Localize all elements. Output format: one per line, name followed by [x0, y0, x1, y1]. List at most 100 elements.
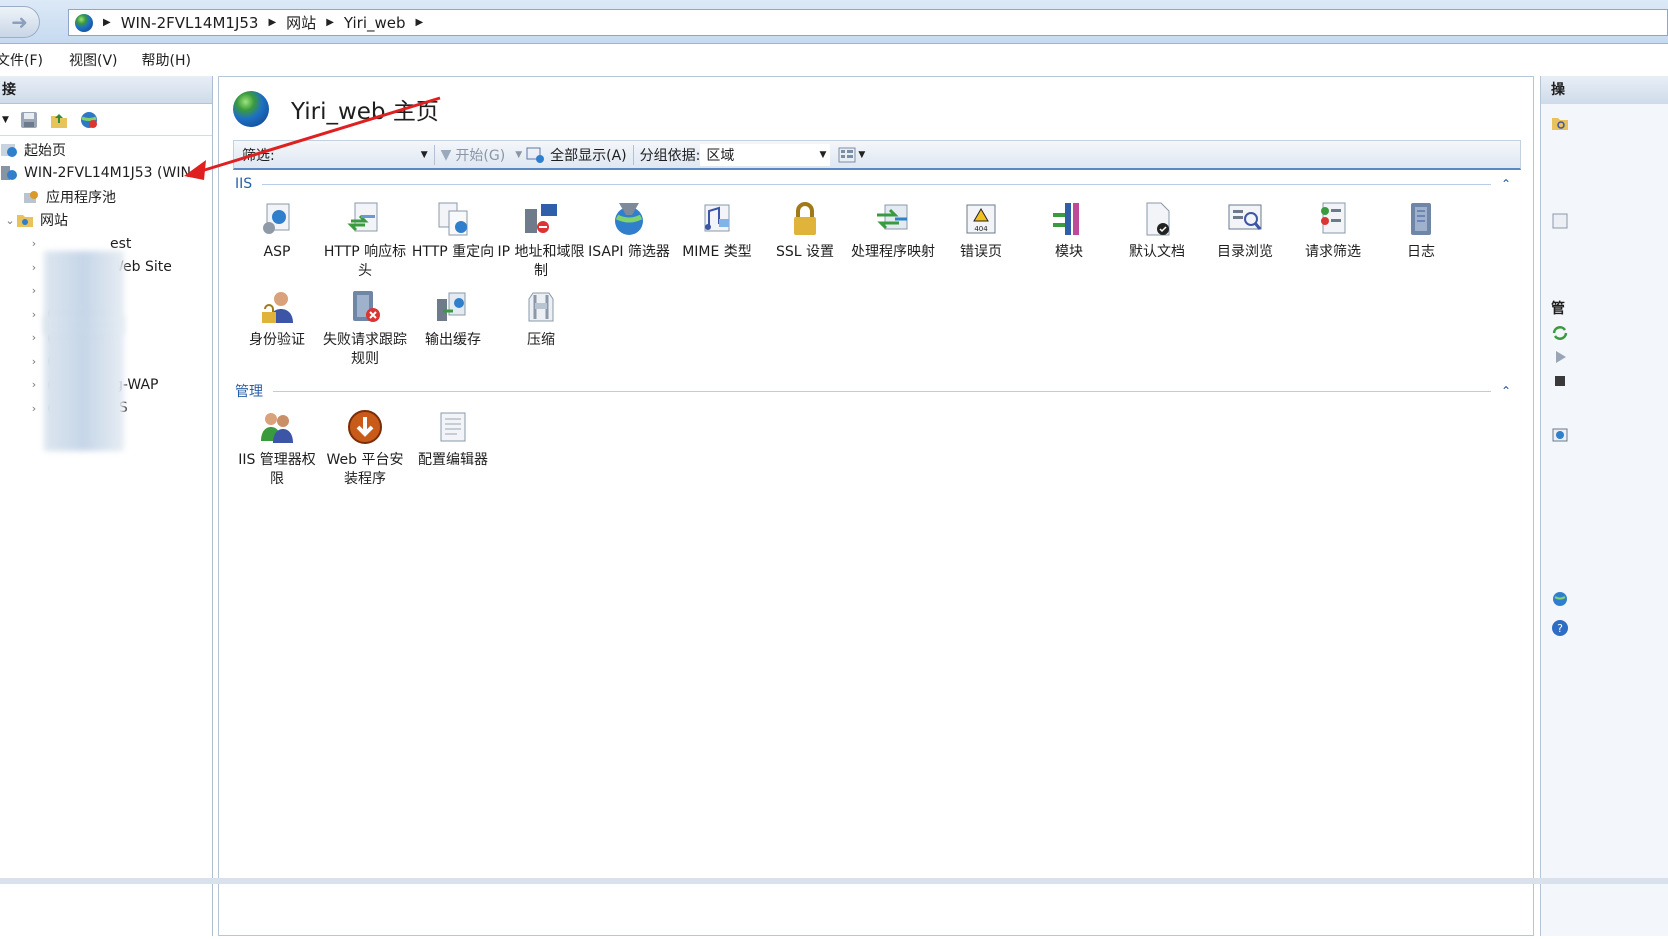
chevron-right-icon[interactable]: ▶: [326, 17, 334, 28]
restart-icon[interactable]: [1551, 324, 1569, 342]
chevron-down-icon[interactable]: ▼: [421, 150, 428, 160]
collapse-icon[interactable]: ⌃: [1501, 177, 1511, 191]
connections-toolbar: ▼: [0, 104, 212, 136]
feature-iis-manager-permissions[interactable]: IIS 管理器权限: [233, 407, 321, 495]
group-by-select[interactable]: 区域 ▼: [700, 143, 831, 166]
status-bar: [0, 878, 1668, 884]
breadcrumb-server[interactable]: WIN-2FVL14M1J53: [121, 14, 259, 32]
filter-input[interactable]: [278, 143, 419, 166]
connections-pane: 接 ▼ 起始页 WIN-2FVL14M1J53 (WIN-2 应用程序池 ⌄ 网…: [0, 76, 213, 936]
chevron-right-icon[interactable]: ›: [28, 284, 40, 297]
chevron-right-icon[interactable]: ›: [28, 331, 40, 344]
request-filtering-icon: [1321, 202, 1346, 234]
iis-manager-window: ➜ ▶ WIN-2FVL14M1J53 ▶ 网站 ▶ Yiri_web ▶ 文件…: [0, 0, 1668, 939]
chevron-down-icon[interactable]: ⌄: [4, 214, 16, 227]
show-all-button[interactable]: 全部显示(A): [550, 145, 627, 165]
chevron-right-icon[interactable]: ▶: [268, 17, 276, 28]
menu-bar: 文件(F) 视图(V) 帮助(H): [0, 45, 1668, 75]
http-headers-icon: [347, 202, 378, 232]
feature-asp[interactable]: ASP: [233, 199, 321, 287]
chevron-right-icon[interactable]: ›: [28, 261, 40, 274]
explore-icon[interactable]: [1551, 114, 1569, 132]
tree-item-start-page[interactable]: 起始页: [0, 138, 212, 162]
section-header-iis[interactable]: IIS ⌃: [233, 173, 1521, 195]
start-page-icon: [1, 143, 17, 157]
chevron-down-icon[interactable]: ▼: [858, 150, 865, 160]
view-mode-icon[interactable]: [838, 146, 856, 164]
help-icon[interactable]: ?: [1551, 619, 1569, 637]
chevron-right-icon[interactable]: ›: [28, 237, 40, 250]
isapi-icon: [615, 203, 643, 235]
manage-site-label: 管: [1551, 301, 1565, 317]
feature-web-platform-installer[interactable]: Web 平台安装程序: [321, 407, 409, 495]
features-view: Yiri_web 主页 筛选: ▼ ▼ 开始(G) ▼ 全部显示(A) 分组依据…: [218, 76, 1534, 936]
feature-ip-restrictions[interactable]: IP 地址和域限制: [497, 199, 585, 287]
features-content: IIS ⌃ ASP HTTP 响应标头 HTTP 重定向 IP 地址和域限制 I…: [233, 173, 1521, 873]
configuration-editor-icon: [440, 412, 466, 442]
address-bar: ➜ ▶ WIN-2FVL14M1J53 ▶ 网站 ▶ Yiri_web ▶: [0, 0, 1668, 44]
online-help-icon[interactable]: [1551, 590, 1569, 608]
failed-request-tracing-icon: [353, 291, 380, 322]
feature-default-document[interactable]: 默认文档: [1113, 199, 1201, 287]
browse-icon[interactable]: [1551, 426, 1569, 444]
forward-button[interactable]: ➜: [0, 6, 40, 38]
chevron-right-icon[interactable]: ›: [28, 402, 40, 415]
feature-logging[interactable]: 日志: [1377, 199, 1465, 287]
feature-ssl-settings[interactable]: SSL 设置: [761, 199, 849, 287]
edit-icon[interactable]: [1551, 212, 1569, 230]
app-pool-icon: [24, 190, 38, 203]
feature-compression[interactable]: 压缩: [497, 287, 585, 375]
feature-mime-types[interactable]: MIME 类型: [673, 199, 761, 287]
feature-modules[interactable]: 模块: [1025, 199, 1113, 287]
connect-icon[interactable]: [79, 110, 99, 130]
menu-help[interactable]: 帮助(H): [142, 50, 191, 70]
chevron-down-icon[interactable]: ▼: [515, 150, 522, 160]
tree-item-app-pools[interactable]: 应用程序池: [0, 185, 212, 209]
authentication-icon: [262, 292, 293, 323]
feature-http-response-headers[interactable]: HTTP 响应标头: [321, 199, 409, 287]
redaction-blur: [44, 316, 124, 334]
connections-title: 接: [0, 76, 212, 104]
manage-feature-grid: IIS 管理器权限 Web 平台安装程序 配置编辑器: [233, 407, 1521, 495]
tree-item-server[interactable]: WIN-2FVL14M1J53 (WIN-2: [0, 162, 212, 186]
stop-icon[interactable]: [1551, 372, 1569, 390]
feature-http-redirect[interactable]: HTTP 重定向: [409, 199, 497, 287]
feature-directory-browsing[interactable]: 目录浏览: [1201, 199, 1289, 287]
chevron-right-icon[interactable]: ▶: [103, 17, 111, 28]
dropdown-icon[interactable]: ▼: [2, 115, 9, 125]
feature-isapi-filters[interactable]: ISAPI 筛选器: [585, 199, 673, 287]
feature-configuration-editor[interactable]: 配置编辑器: [409, 407, 497, 495]
section-header-manage[interactable]: 管理 ⌃: [233, 380, 1521, 402]
start-icon[interactable]: [1551, 348, 1569, 366]
svg-text:404: 404: [974, 225, 988, 233]
up-folder-icon[interactable]: [49, 110, 69, 130]
collapse-icon[interactable]: ⌃: [1501, 384, 1511, 398]
start-filter-button[interactable]: 开始(G): [455, 145, 505, 165]
breadcrumb[interactable]: ▶ WIN-2FVL14M1J53 ▶ 网站 ▶ Yiri_web ▶: [68, 9, 1668, 36]
chevron-right-icon[interactable]: ›: [28, 378, 40, 391]
mime-icon: [704, 204, 730, 232]
feature-request-filtering[interactable]: 请求筛选: [1289, 199, 1377, 287]
feature-error-pages[interactable]: 404 错误页: [937, 199, 1025, 287]
feature-output-caching[interactable]: 输出缓存: [409, 287, 497, 375]
feature-handler-mappings[interactable]: 处理程序映射: [849, 199, 937, 287]
tree-item-sites[interactable]: ⌄ 网站: [0, 209, 212, 233]
asp-icon: [263, 203, 290, 234]
menu-file[interactable]: 文件(F): [0, 50, 43, 70]
breadcrumb-site[interactable]: Yiri_web: [344, 14, 406, 32]
chevron-right-icon[interactable]: ›: [28, 308, 40, 321]
globe-icon: [233, 91, 269, 127]
globe-icon: [75, 13, 93, 32]
server-icon: [1, 166, 17, 181]
breadcrumb-sites[interactable]: 网站: [286, 12, 316, 33]
chevron-right-icon[interactable]: ▶: [416, 17, 424, 28]
modules-icon: [1053, 203, 1079, 235]
feature-failed-request-tracing[interactable]: 失败请求跟踪规则: [321, 287, 409, 375]
save-icon[interactable]: [19, 110, 39, 130]
menu-view[interactable]: 视图(V): [69, 50, 118, 70]
feature-authentication[interactable]: 身份验证: [233, 287, 321, 375]
iis-feature-grid: ASP HTTP 响应标头 HTTP 重定向 IP 地址和域限制 ISAPI 筛…: [233, 199, 1521, 375]
chevron-right-icon[interactable]: ›: [28, 355, 40, 368]
connections-tree: 起始页 WIN-2FVL14M1J53 (WIN-2 应用程序池 ⌄ 网站 › …: [0, 136, 212, 451]
show-all-icon: [526, 147, 545, 163]
